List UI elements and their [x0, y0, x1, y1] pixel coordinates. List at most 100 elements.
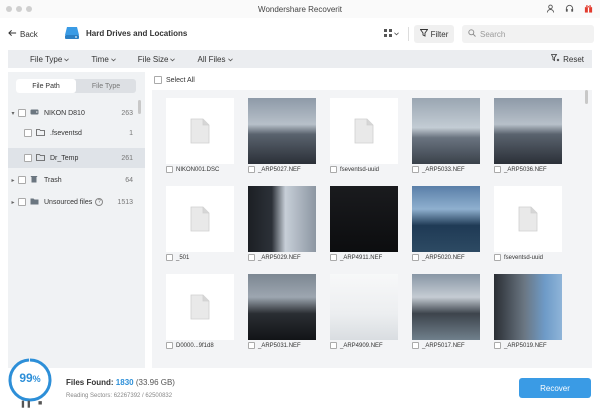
file-checkbox[interactable] — [248, 166, 255, 173]
select-all[interactable]: Select All — [154, 76, 195, 84]
chevron-down-icon — [393, 29, 399, 38]
file-card[interactable]: _ARP5019.NEF — [490, 270, 570, 356]
chevron-down-icon — [64, 55, 70, 64]
file-caption: _ARP5036.NEF — [494, 166, 570, 173]
gift-icon[interactable] — [583, 3, 594, 14]
file-card[interactable]: _ARP5017.NEF — [408, 270, 488, 356]
file-checkbox[interactable] — [330, 166, 337, 173]
file-name: _ARP5031.NEF — [258, 342, 301, 349]
photo-thumbnail[interactable] — [330, 274, 398, 340]
file-checkbox[interactable] — [494, 342, 501, 349]
help-icon[interactable]: ? — [95, 198, 104, 206]
file-card[interactable]: NIKON001.DSC — [162, 94, 242, 180]
progress-percent: 99% — [6, 371, 54, 385]
file-card[interactable]: _501 — [162, 182, 242, 268]
tree-checkbox[interactable] — [24, 154, 32, 162]
drive-icon — [30, 108, 40, 118]
file-card[interactable]: _ARP5031.NEF — [244, 270, 324, 356]
file-checkbox[interactable] — [166, 342, 173, 349]
expand-arrow-icon[interactable]: ▾ — [8, 110, 18, 117]
view-mode-button[interactable] — [378, 25, 404, 42]
file-checkbox[interactable] — [330, 342, 337, 349]
file-card[interactable]: _ARP5020.NEF — [408, 182, 488, 268]
file-card[interactable]: _ARP4909.NEF — [326, 270, 406, 356]
all-files-dropdown[interactable]: All Files — [197, 55, 233, 64]
folder-icon — [36, 153, 46, 163]
window-title: Wondershare Recoverit — [258, 4, 342, 14]
file-name: fseventsd-uuid — [340, 166, 380, 173]
photo-thumbnail[interactable] — [248, 186, 316, 252]
pause-button[interactable]: ❚❚ — [20, 400, 32, 408]
file-caption: fseventsd-uuid — [494, 254, 570, 261]
photo-thumbnail[interactable] — [494, 98, 562, 164]
tree-item-dr-temp[interactable]: Dr_Temp 261 — [8, 148, 145, 168]
tree-checkbox[interactable] — [24, 129, 32, 137]
photo-thumbnail[interactable] — [412, 274, 480, 340]
file-card[interactable]: _ARP5036.NEF — [490, 94, 570, 180]
document-thumbnail[interactable] — [166, 274, 234, 340]
file-name: _ARP5029.NEF — [258, 254, 301, 261]
file-size-dropdown[interactable]: File Size — [138, 55, 176, 64]
file-checkbox[interactable] — [166, 254, 173, 261]
photo-thumbnail[interactable] — [412, 186, 480, 252]
tree-checkbox[interactable] — [18, 109, 26, 117]
file-caption: _ARP5017.NEF — [412, 342, 488, 349]
tab-file-type[interactable]: File Type — [76, 79, 136, 93]
file-checkbox[interactable] — [248, 254, 255, 261]
photo-thumbnail[interactable] — [494, 274, 562, 340]
search-box[interactable] — [462, 25, 594, 43]
file-card[interactable]: _ARP4911.NEF — [326, 182, 406, 268]
file-checkbox[interactable] — [412, 166, 419, 173]
title-bar: Wondershare Recoverit — [0, 0, 600, 18]
file-checkbox[interactable] — [248, 342, 255, 349]
document-thumbnail[interactable] — [330, 98, 398, 164]
select-all-checkbox[interactable] — [154, 76, 162, 84]
file-checkbox[interactable] — [412, 254, 419, 261]
tree-item-fseventsd[interactable]: .fseventsd 1 — [8, 124, 145, 142]
time-dropdown[interactable]: Time — [91, 55, 116, 64]
grid-scrollbar[interactable] — [585, 90, 588, 104]
file-card[interactable]: _ARP5027.NEF — [244, 94, 324, 180]
reset-button[interactable]: Reset — [550, 54, 584, 64]
select-all-label: Select All — [166, 76, 195, 84]
file-icon — [190, 118, 210, 144]
file-checkbox[interactable] — [494, 166, 501, 173]
file-checkbox[interactable] — [412, 342, 419, 349]
back-button[interactable]: Back — [8, 25, 38, 43]
document-thumbnail[interactable] — [166, 186, 234, 252]
file-card[interactable]: _ARP5029.NEF — [244, 182, 324, 268]
file-checkbox[interactable] — [330, 254, 337, 261]
tree-item-trash[interactable]: ▸ Trash 64 — [8, 171, 145, 189]
stop-button[interactable]: ■ — [38, 400, 42, 407]
tree-item-unsourced-files[interactable]: ▸ Unsourced files ? 1513 — [8, 193, 145, 211]
photo-thumbnail[interactable] — [412, 98, 480, 164]
file-checkbox[interactable] — [494, 254, 501, 261]
document-thumbnail[interactable] — [166, 98, 234, 164]
tab-file-path[interactable]: File Path — [16, 79, 76, 93]
tree-item-count: 64 — [125, 176, 133, 184]
file-checkbox[interactable] — [166, 166, 173, 173]
user-icon[interactable] — [545, 3, 556, 14]
photo-thumbnail[interactable] — [330, 186, 398, 252]
photo-thumbnail[interactable] — [248, 98, 316, 164]
expand-arrow-icon[interactable]: ▸ — [8, 177, 18, 184]
sidebar-scrollbar[interactable] — [138, 100, 141, 114]
document-thumbnail[interactable] — [494, 186, 562, 252]
file-card[interactable]: D0000...9f1d8 — [162, 270, 242, 356]
file-card[interactable]: fseventsd-uuid — [326, 94, 406, 180]
recover-button[interactable]: Recover — [519, 378, 591, 398]
photo-thumbnail[interactable] — [248, 274, 316, 340]
file-type-dropdown[interactable]: File Type — [30, 55, 70, 64]
tree-checkbox[interactable] — [18, 176, 26, 184]
sidebar-view-toggle: File Path File Type — [16, 79, 136, 93]
support-icon[interactable] — [564, 3, 575, 14]
tree-item-nikon-d810[interactable]: ▾ NIKON D810 263 — [8, 104, 145, 122]
filter-button[interactable]: Filter — [414, 25, 454, 43]
file-card[interactable]: _ARP5033.NEF — [408, 94, 488, 180]
toolbar-divider — [408, 27, 409, 41]
tree-checkbox[interactable] — [18, 198, 26, 206]
search-input[interactable] — [480, 29, 590, 39]
expand-arrow-icon[interactable]: ▸ — [8, 199, 18, 206]
file-card[interactable]: fseventsd-uuid — [490, 182, 570, 268]
file-icon — [190, 294, 210, 320]
